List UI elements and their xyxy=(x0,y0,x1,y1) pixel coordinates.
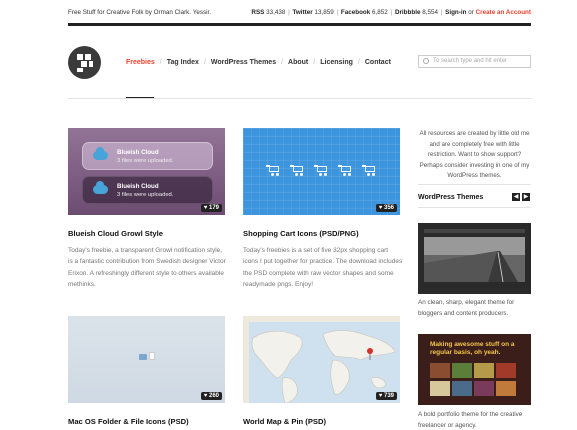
freebie-title[interactable]: Shopping Cart Icons (PSD/PNG) xyxy=(243,229,359,238)
theme-description: An clean, sharp, elegant theme for blogg… xyxy=(418,299,515,317)
search-placeholder: To search type and hit enter xyxy=(433,58,508,64)
freebie-title[interactable]: World Map & Pin (PSD) xyxy=(243,417,326,426)
top-bar: Free Stuff for Creative Folk by Orman Cl… xyxy=(68,9,531,21)
nav-item-freebies[interactable]: Freebies xyxy=(126,59,155,66)
site-logo[interactable] xyxy=(68,46,101,79)
cloud-icon xyxy=(93,147,108,160)
shopping-cart-icon xyxy=(314,165,328,176)
freebie-description: Today's freebies is a set of five 32px s… xyxy=(243,247,403,289)
world-map-illustration xyxy=(243,316,400,403)
freebie-thumbnail[interactable]: ♥ 260 xyxy=(68,316,225,403)
shopping-cart-icon xyxy=(338,165,352,176)
nav-item-contact[interactable]: Contact xyxy=(365,59,391,66)
top-divider xyxy=(68,23,531,26)
theme-headline: Making awesome stuff on a regular basis,… xyxy=(430,341,515,356)
nav-item-about[interactable]: About xyxy=(288,59,308,66)
twitter-link[interactable]: Twitter xyxy=(293,9,313,16)
main-nav: Freebies / Tag Index / WordPress Themes / Abou… xyxy=(126,59,391,66)
freebie-thumbnail[interactable]: ♥ 356 xyxy=(243,128,400,215)
shopping-cart-icon xyxy=(290,165,304,176)
shopping-cart-icon xyxy=(266,165,280,176)
nav-item-tag-index[interactable]: Tag Index xyxy=(167,59,199,66)
create-account-link[interactable]: Create an Account xyxy=(476,9,531,16)
file-icon xyxy=(149,352,155,360)
likes-badge[interactable]: ♥ 179 xyxy=(200,204,222,212)
freebie-title[interactable]: Mac OS Folder & File Icons (PSD) xyxy=(68,417,189,426)
prev-arrow-icon[interactable]: ◀ xyxy=(512,193,520,201)
freebie-title[interactable]: Blueish Cloud Growl Style xyxy=(68,229,163,238)
growl-notification: Blueish Cloud 3 files were uploaded. xyxy=(82,142,213,170)
sidebar-themes-title: WordPress Themes xyxy=(418,194,484,201)
next-arrow-icon[interactable]: ▶ xyxy=(522,193,530,201)
growl-subtitle: 3 files were uploaded. xyxy=(117,192,174,198)
freebie-card: ♥ 356 Shopping Cart Icons (PSD/PNG) Toda… xyxy=(243,128,403,298)
shopping-cart-icon xyxy=(362,165,376,176)
likes-badge[interactable]: ♥ 356 xyxy=(375,204,397,212)
freebie-thumbnail[interactable]: Blueish Cloud 3 files were uploaded. Blu… xyxy=(68,128,225,215)
or-text: or xyxy=(468,9,474,16)
freebie-card: ♥ 260 Mac OS Folder & File Icons (PSD) xyxy=(68,316,225,430)
freebie-card: ♥ 739 World Map & Pin (PSD) xyxy=(243,316,400,430)
growl-subtitle: 3 files were uploaded. xyxy=(117,158,174,164)
site-tagline: Free Stuff for Creative Folk by Orman Cl… xyxy=(68,9,212,16)
folder-icon xyxy=(139,354,147,360)
rss-link[interactable]: RSS xyxy=(251,9,264,16)
freebie-card: Blueish Cloud 3 files were uploaded. Blu… xyxy=(68,128,226,298)
theme-thumbnail[interactable]: Making awesome stuff on a regular basis,… xyxy=(418,334,531,405)
search-input[interactable]: To search type and hit enter xyxy=(418,55,531,68)
search-icon xyxy=(423,58,429,64)
growl-notification: Blueish Cloud 3 files were uploaded. xyxy=(82,176,213,204)
likes-badge[interactable]: ♥ 260 xyxy=(200,392,222,400)
facebook-link[interactable]: Facebook xyxy=(341,9,370,16)
likes-count: 179 xyxy=(208,205,219,211)
sidebar-divider xyxy=(418,184,531,185)
growl-title: Blueish Cloud xyxy=(117,183,159,190)
theme-gallery xyxy=(430,363,518,397)
sign-in-link[interactable]: Sign-in xyxy=(445,9,466,16)
dribbble-count: 8,554 xyxy=(422,9,438,16)
sidebar-divider xyxy=(418,207,531,208)
nav-item-licensing[interactable]: Licensing xyxy=(320,59,353,66)
twitter-count: 13,859 xyxy=(314,9,334,16)
likes-badge[interactable]: ♥ 739 xyxy=(375,392,397,400)
header-divider xyxy=(68,98,531,99)
theme-thumbnail[interactable] xyxy=(418,223,531,294)
road-photo-illustration xyxy=(418,223,531,294)
likes-count: 356 xyxy=(383,205,394,211)
rss-count: 33,438 xyxy=(266,9,286,16)
growl-title: Blueish Cloud xyxy=(117,149,159,156)
freebie-thumbnail[interactable]: ♥ 739 xyxy=(243,316,400,403)
likes-count: 739 xyxy=(383,393,394,399)
cloud-icon xyxy=(93,181,108,194)
theme-description: A bold portfolio theme for the creative … xyxy=(418,411,523,429)
dribbble-link[interactable]: Dribbble xyxy=(395,9,421,16)
sidebar-intro: All resources are created by little old … xyxy=(419,130,530,179)
social-stats: RSS 33,438 | Twitter 13,859 | Facebook 6… xyxy=(251,9,531,16)
nav-item-wordpress-themes[interactable]: WordPress Themes xyxy=(211,59,276,66)
likes-count: 260 xyxy=(208,393,219,399)
facebook-count: 6,852 xyxy=(372,9,388,16)
freebie-description: Today's freebie, a transparent Growl not… xyxy=(68,247,226,289)
